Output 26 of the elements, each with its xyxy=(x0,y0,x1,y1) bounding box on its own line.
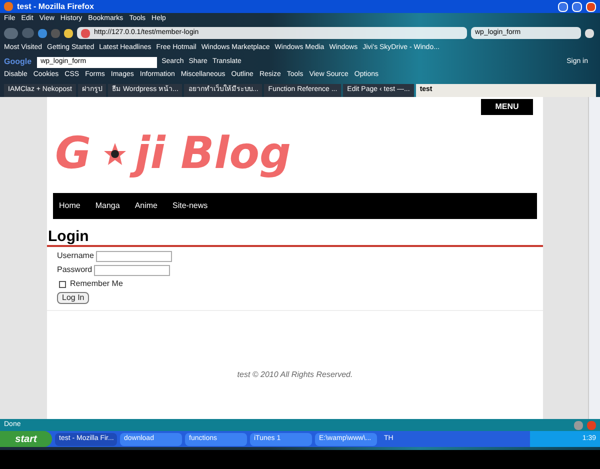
minimize-button[interactable] xyxy=(558,2,568,12)
scrollbar[interactable] xyxy=(588,97,600,419)
close-button[interactable] xyxy=(586,2,596,12)
remember-label: Remember Me xyxy=(70,278,123,290)
menu-button[interactable]: MENU xyxy=(481,99,533,115)
nav-link[interactable]: Manga xyxy=(95,200,120,212)
toolbar-logo: Google xyxy=(4,56,32,68)
maximize-button[interactable] xyxy=(572,2,582,12)
nav-link[interactable]: Home xyxy=(59,200,80,212)
footer-text: test © 2010 All Rights Reserved. xyxy=(237,369,353,381)
blog-logo-text: ji Blog xyxy=(131,126,301,182)
blog-logo-text: G xyxy=(55,127,92,181)
start-button[interactable]: start xyxy=(0,431,52,447)
back-button[interactable] xyxy=(4,28,18,38)
forward-button[interactable] xyxy=(22,28,34,38)
star-icon xyxy=(103,142,128,166)
password-field[interactable] xyxy=(94,264,170,276)
username-field[interactable] xyxy=(96,250,172,262)
nav-link[interactable]: Anime xyxy=(134,200,158,212)
login-button[interactable]: Log In xyxy=(57,292,90,304)
password-label: Password xyxy=(57,264,92,276)
page-heading: Login xyxy=(47,229,90,245)
window-title: test - Mozilla Firefox xyxy=(17,0,94,12)
remember-checkbox[interactable] xyxy=(59,280,66,288)
username-label: Username xyxy=(57,250,94,262)
nav-link[interactable]: Site-news xyxy=(172,200,208,212)
